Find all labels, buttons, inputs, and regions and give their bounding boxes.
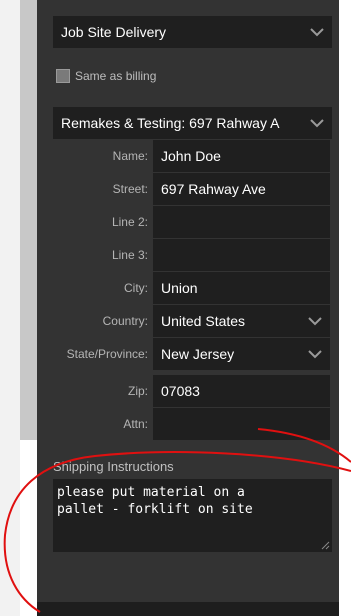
chevron-down-icon [310,119,324,128]
left-margin [0,0,20,616]
country-select[interactable]: United States [153,305,330,337]
zip-input[interactable]: 07083 [153,375,330,407]
line3-label: Line 3: [111,248,148,262]
address-book-value: Remakes & Testing: 697 Rahway A [61,115,280,131]
zip-label: Zip: [127,384,148,398]
street-input[interactable]: 697 Rahway Ave [153,173,330,205]
same-as-billing-label: Same as billing [75,69,157,83]
scrollbar[interactable] [20,0,37,440]
shipping-instructions-label: Shipping Instructions [53,459,174,474]
same-as-billing-row[interactable]: Same as billing [56,66,156,86]
city-input[interactable]: Union [153,272,330,304]
attn-label: Attn: [123,417,148,431]
address-book-select[interactable]: Remakes & Testing: 697 Rahway A [53,107,332,139]
panel-footer [37,602,339,616]
line2-input[interactable] [153,206,330,238]
chevron-down-icon [308,350,322,359]
resize-grip-icon[interactable] [321,541,330,550]
shipping-page: Job Site Delivery Same as billing Remake… [0,0,351,616]
name-input[interactable]: John Doe [153,140,330,172]
chevron-down-icon [310,28,324,37]
country-value: United States [161,313,246,329]
state-label: State/Province: [66,347,148,361]
delivery-method-value: Job Site Delivery [61,24,167,40]
line3-input[interactable] [153,239,330,271]
name-label: Name: [112,149,148,163]
attn-input[interactable] [153,408,330,440]
same-as-billing-checkbox[interactable] [56,69,70,83]
shipping-instructions-textarea[interactable]: please put material on a pallet - forkli… [53,479,332,552]
chevron-down-icon [308,317,322,326]
right-margin [339,0,351,616]
delivery-method-select[interactable]: Job Site Delivery [53,16,332,48]
state-value: New Jersey [161,346,235,362]
street-label: Street: [112,182,148,196]
city-label: City: [124,281,148,295]
country-label: Country: [102,314,148,328]
state-select[interactable]: New Jersey [153,338,330,370]
line2-label: Line 2: [111,215,148,229]
